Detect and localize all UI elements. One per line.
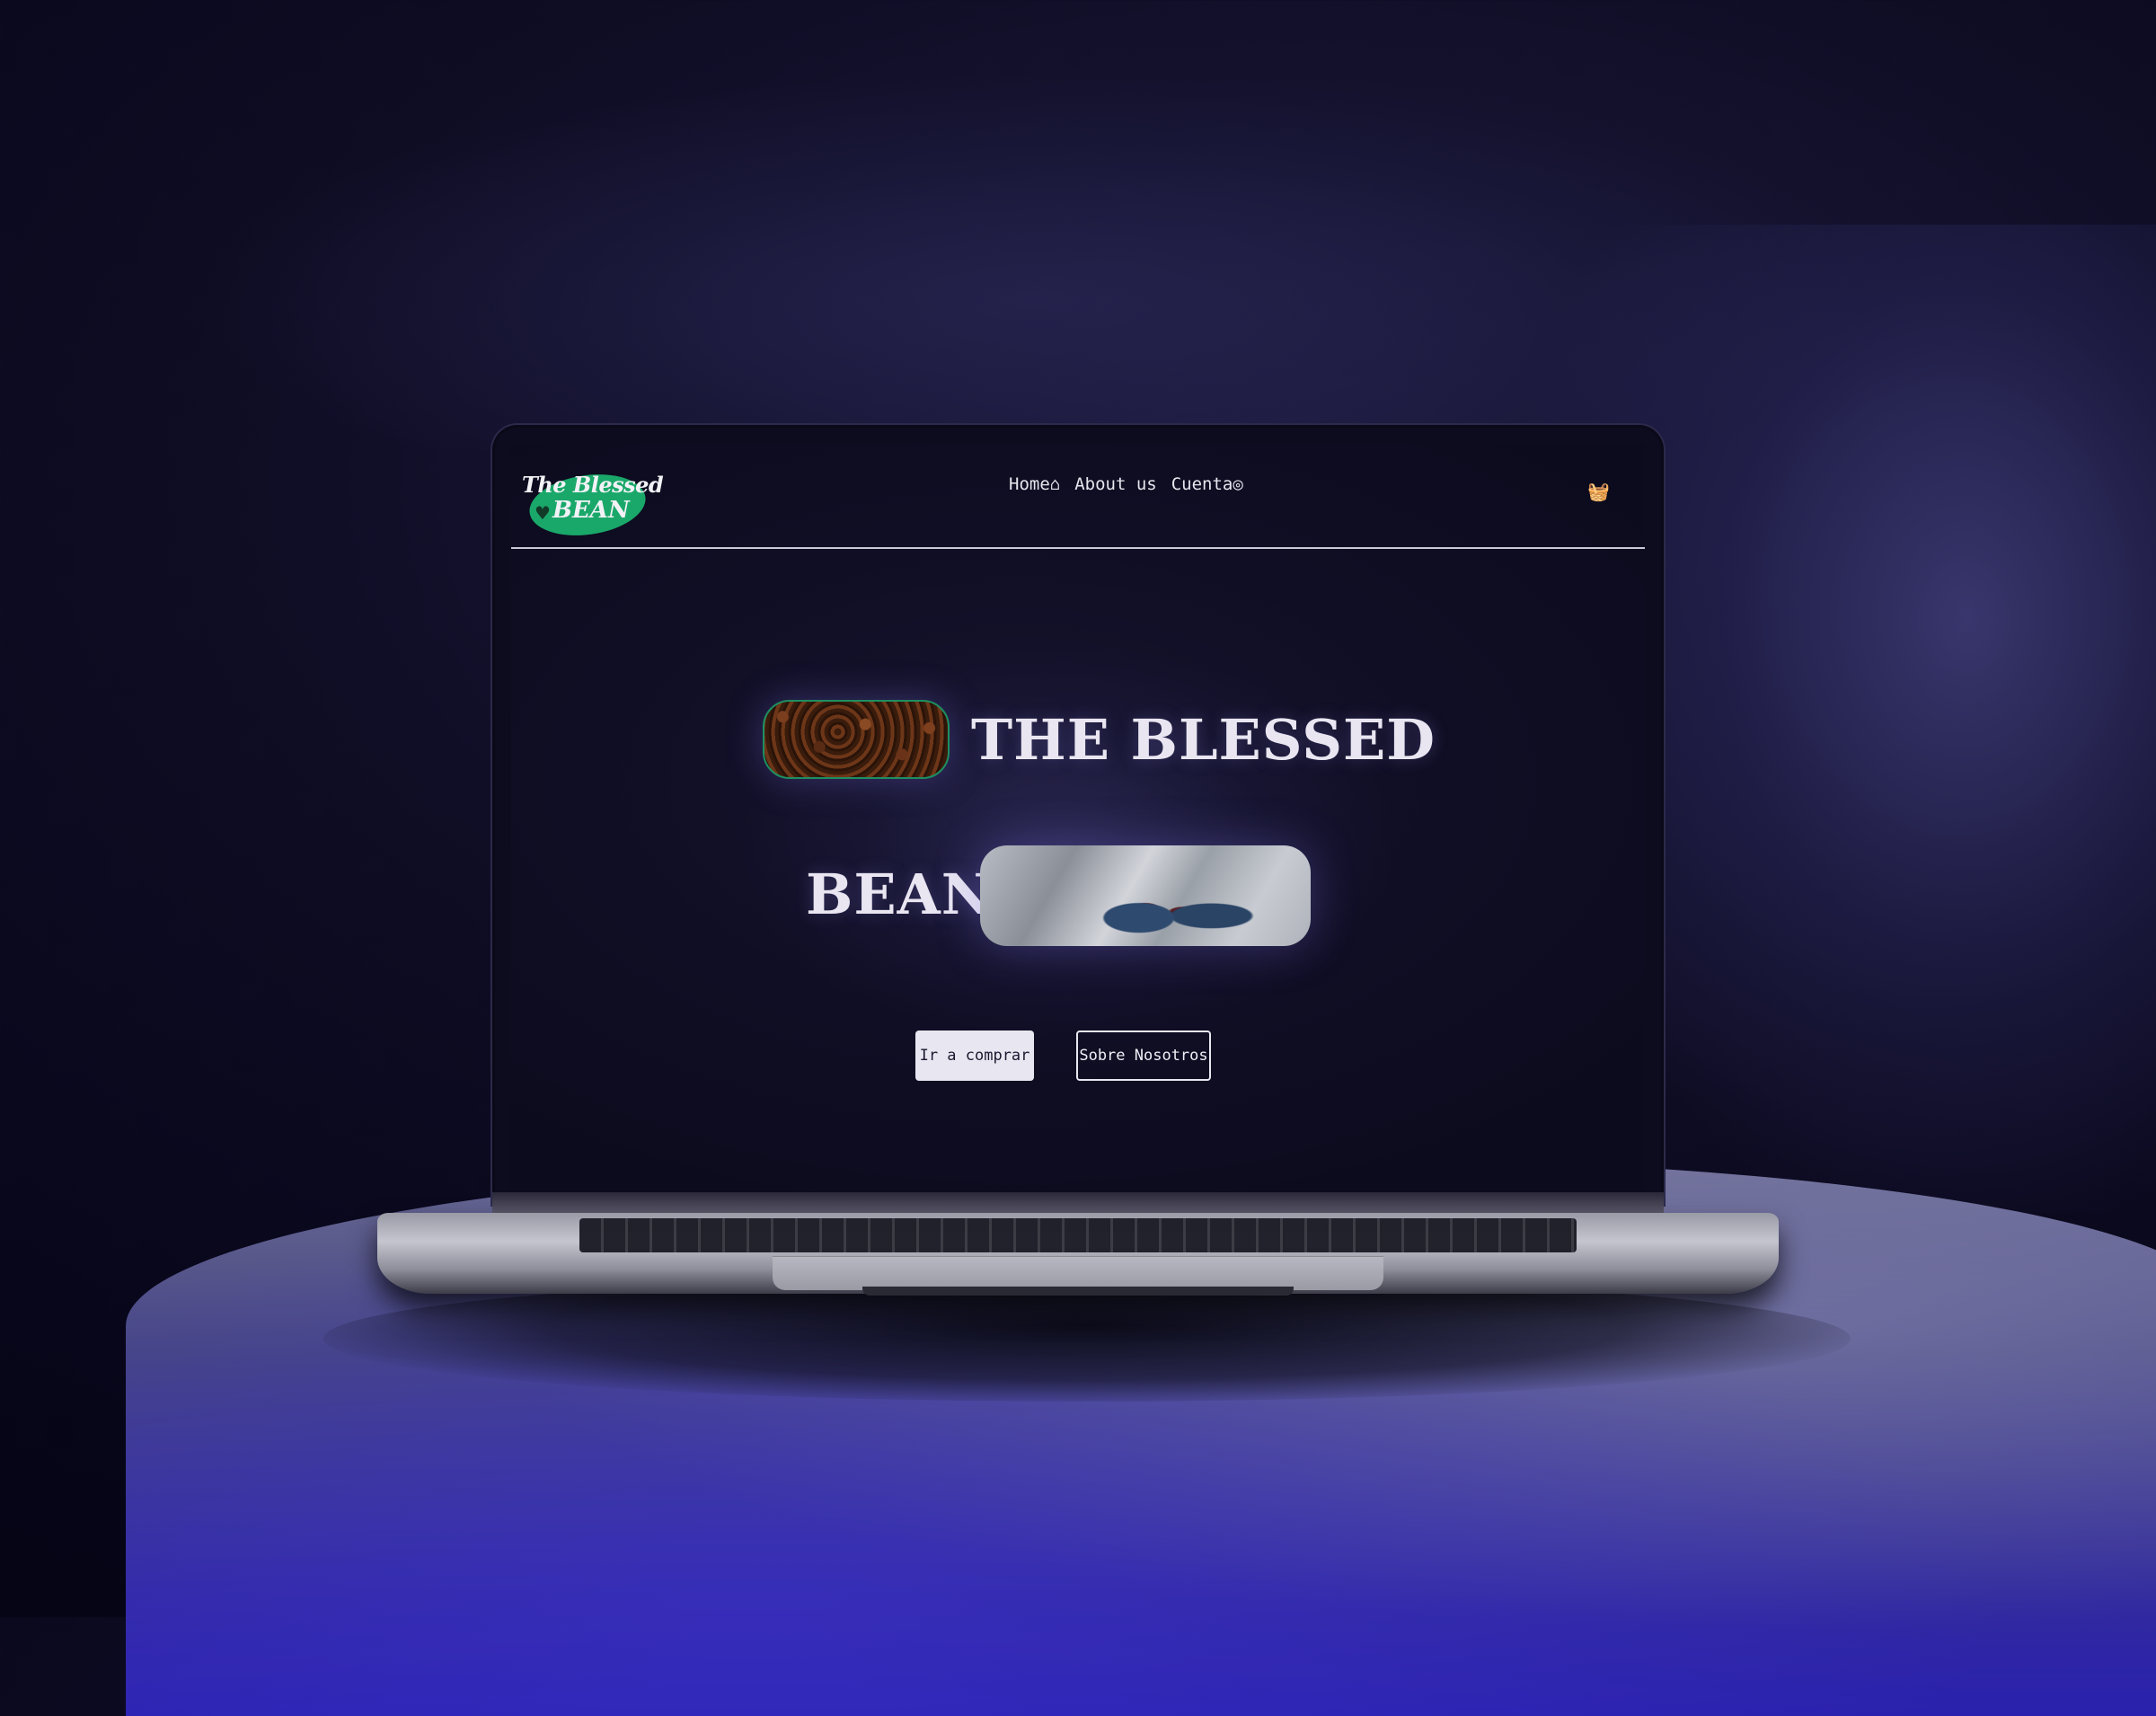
- about-button[interactable]: Sobre Nosotros: [1076, 1030, 1211, 1081]
- logo-line-2: BEAN: [552, 497, 630, 524]
- hero-title-line-2: BEAN: [806, 862, 994, 927]
- coffee-mugs-image: [980, 845, 1311, 946]
- hero-title-line-1: THE BLESSED: [971, 707, 1436, 773]
- site-navbar: The Blessed ♥ BEAN Home⌂ About us Cuenta…: [511, 443, 1645, 549]
- heart-icon: ♥: [535, 502, 551, 524]
- nav-divider: [511, 547, 1645, 549]
- laptop-base-lip: [862, 1287, 1294, 1296]
- site-logo[interactable]: The Blessed ♥ BEAN: [522, 467, 664, 543]
- coffee-beans-image: [763, 700, 950, 779]
- nav-link-account[interactable]: Cuenta◎: [1171, 474, 1243, 494]
- laptop-hinge: [492, 1192, 1664, 1214]
- logo-line-1: The Blessed: [522, 472, 664, 498]
- laptop-screen: The Blessed ♥ BEAN Home⌂ About us Cuenta…: [511, 443, 1645, 1192]
- cart-icon[interactable]: 🧺: [1587, 481, 1610, 502]
- nav-link-home[interactable]: Home⌂: [1009, 474, 1060, 494]
- shop-button[interactable]: Ir a comprar: [915, 1030, 1034, 1081]
- nav-links: Home⌂ About us Cuenta◎: [1009, 474, 1243, 494]
- laptop-keyboard: [579, 1218, 1577, 1252]
- nav-link-about[interactable]: About us: [1074, 474, 1157, 494]
- laptop-trackpad: [773, 1256, 1383, 1290]
